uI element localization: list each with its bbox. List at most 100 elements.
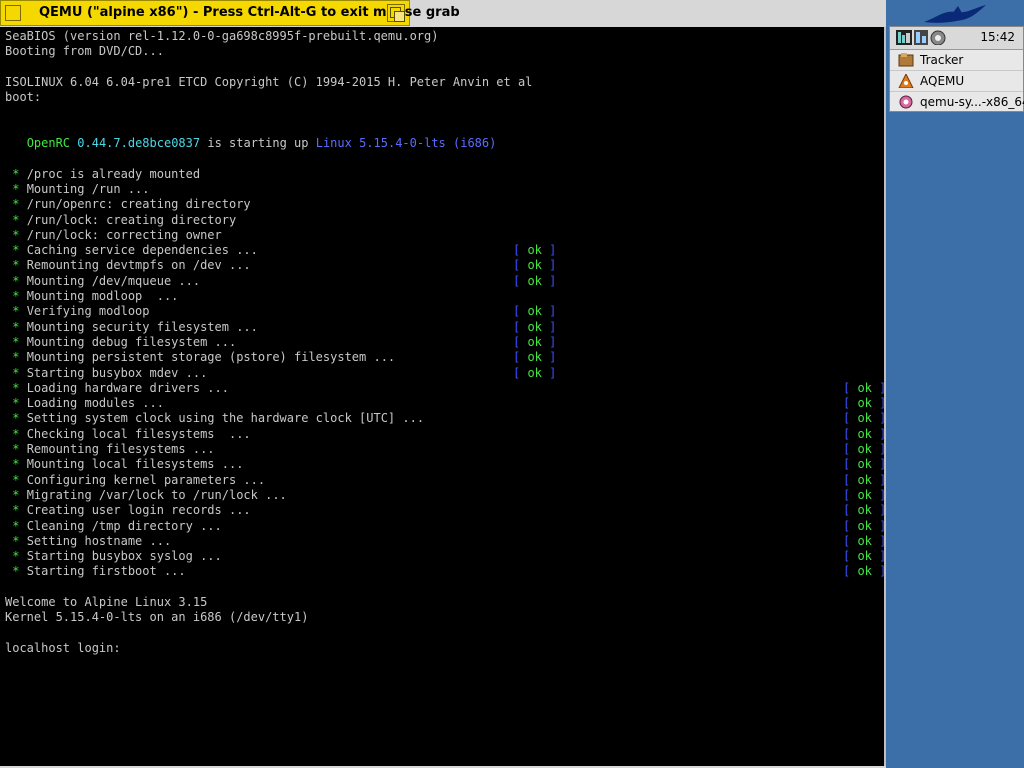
ok-status: [ ok ] <box>513 243 556 258</box>
service-text: /run/lock: correcting owner <box>26 227 222 242</box>
service-text: /run/lock: creating directory <box>26 212 237 227</box>
service-line: * Starting busybox syslog ... [ ok ] <box>5 549 884 564</box>
service-text: Mounting /dev/mqueue ... <box>26 273 201 288</box>
bracket: [ <box>843 380 858 395</box>
service-text: Creating user login records ... <box>26 503 251 518</box>
bracket: [ <box>513 350 528 365</box>
bracket: ] <box>541 350 557 365</box>
service-text: Mounting security filesystem ... <box>26 319 258 334</box>
service-line: * Cleaning /tmp directory ... [ ok ] <box>5 518 884 534</box>
status-bullet: * <box>5 380 27 395</box>
bracket: [ <box>843 549 858 564</box>
service-line: * Mounting /dev/mqueue ... [ ok ] <box>5 273 884 289</box>
window-titlebar[interactable]: QEMU ("alpine x86") - Press Ctrl-Alt-G t… <box>0 0 460 26</box>
service-line: * Remounting filesystems ... [ ok ] <box>5 442 884 457</box>
task-item-qemu[interactable]: qemu-sy...-x86_64 <box>890 92 1024 112</box>
openrc-name: OpenRC <box>26 136 71 151</box>
ok-status: [ ok ] <box>843 380 884 396</box>
status-bullet: * <box>5 319 27 334</box>
service-text: Remounting devtmpfs on /dev ... <box>26 258 251 273</box>
bracket: ] <box>541 273 557 288</box>
kernel-line: Kernel 5.15.4-0-lts on an i686 (/dev/tty… <box>5 610 884 625</box>
service-line: * Mounting debug filesystem ... [ ok ] <box>5 334 884 350</box>
status-bullet: * <box>5 334 27 349</box>
boot-line-text: Booting from DVD/CD... <box>5 44 164 59</box>
service-text: Setting system clock using the hardware … <box>26 411 425 426</box>
bracket: [ <box>843 533 858 548</box>
ok-status: [ ok ] <box>843 396 884 411</box>
ok-text: ok <box>857 472 872 487</box>
openrc-line: OpenRC 0.44.7.de8bce0837 is starting up … <box>5 136 884 151</box>
status-bullet: * <box>5 227 27 242</box>
bracket: ] <box>541 319 557 334</box>
ok-status: [ ok ] <box>843 442 884 457</box>
ok-text: ok <box>527 319 542 334</box>
ok-status: [ ok ] <box>513 350 556 365</box>
bracket: ] <box>541 243 557 258</box>
vm-display[interactable]: SeaBIOS (version rel-1.12.0-0-ga698c8995… <box>0 27 886 766</box>
status-bullet: * <box>5 212 27 227</box>
task-item-aqemu[interactable]: AQEMU <box>890 71 1023 92</box>
service-line: * Mounting security filesystem ... [ ok ] <box>5 319 884 335</box>
bracket: [ <box>843 487 858 502</box>
boot-line: ISOLINUX 6.04 6.04-pre1 ETCD Copyright (… <box>5 75 884 90</box>
status-bullet: * <box>5 166 27 181</box>
service-text: Mounting modloop ... <box>26 289 179 304</box>
service-line: * Mounting local filesystems ... [ ok ] <box>5 457 884 472</box>
bracket: [ <box>513 258 528 273</box>
service-line: * Starting busybox mdev ... [ ok ] <box>5 366 884 381</box>
status-bullet: * <box>5 258 27 273</box>
ok-text: ok <box>527 365 542 380</box>
ok-text: ok <box>857 487 872 502</box>
service-line: * Mounting persistent storage (pstore) f… <box>5 350 884 365</box>
cpu-meter-icon[interactable] <box>896 30 912 45</box>
ok-status: [ ok ] <box>843 411 886 426</box>
bracket: ] <box>541 334 557 349</box>
boot-line: Booting from DVD/CD... <box>5 44 884 59</box>
bracket: ] <box>871 472 886 487</box>
boot-line: SeaBIOS (version rel-1.12.0-0-ga698c8995… <box>5 29 884 44</box>
toggle-size-icon-overlay <box>394 11 405 22</box>
service-line: * Configuring kernel parameters ... [ ok … <box>5 472 886 488</box>
bracket: ] <box>871 411 886 426</box>
separator <box>309 136 316 150</box>
service-text: Mounting local filesystems ... <box>26 457 244 472</box>
ok-text: ok <box>857 518 872 533</box>
ok-text: ok <box>527 304 542 319</box>
panel-tray: 15:42 <box>890 27 1023 50</box>
bracket: ] <box>871 426 886 441</box>
service-text: Mounting debug filesystem ... <box>26 334 237 349</box>
service-line: * /proc is already mounted <box>5 166 884 182</box>
status-bullet: * <box>5 503 27 518</box>
service-line: * Setting system clock using the hardwar… <box>5 411 886 426</box>
boot-line-text: boot: <box>5 90 42 105</box>
status-bullet: * <box>5 564 27 579</box>
welcome-text: Welcome to Alpine Linux 3.15 <box>5 594 208 609</box>
memory-meter-icon[interactable] <box>914 30 928 45</box>
ok-text: ok <box>857 380 872 395</box>
clock[interactable]: 15:42 <box>980 30 1015 44</box>
ok-status: [ ok ] <box>843 457 884 472</box>
ok-status: [ ok ] <box>513 258 556 273</box>
ok-status: [ ok ] <box>513 366 556 381</box>
service-line: * /run/lock: correcting owner <box>5 227 884 243</box>
service-line: * Mounting /run ... <box>5 181 884 197</box>
task-item-tracker[interactable]: Tracker <box>890 50 1023 71</box>
ok-text: ok <box>527 243 542 258</box>
ok-text: ok <box>527 350 542 365</box>
volume-icon[interactable] <box>930 30 946 46</box>
ok-status: [ ok ] <box>843 518 884 534</box>
status-bullet: * <box>5 181 27 196</box>
service-text: Cleaning /tmp directory ... <box>26 518 222 533</box>
ok-text: ok <box>857 549 872 564</box>
status-bullet: * <box>5 396 27 411</box>
task-label: AQEMU <box>920 74 965 88</box>
toggle-size-button[interactable] <box>387 4 405 22</box>
service-text: /proc is already mounted <box>26 166 201 181</box>
close-button[interactable] <box>5 5 21 21</box>
status-bullet: * <box>5 487 27 502</box>
service-text: Loading hardware drivers ... <box>26 380 229 395</box>
status-bullet: * <box>5 273 27 288</box>
